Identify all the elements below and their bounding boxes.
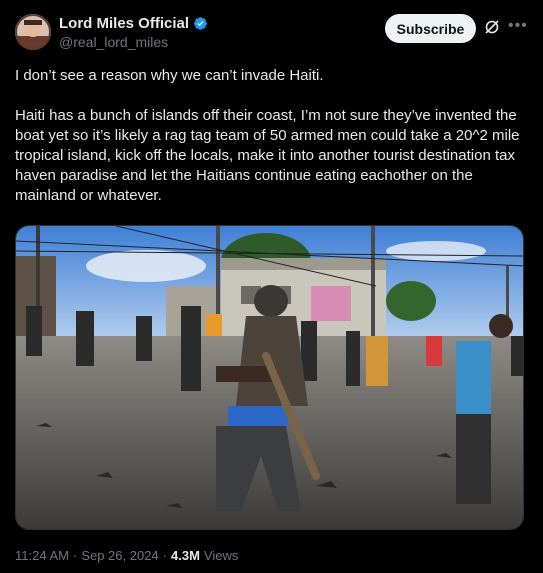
author-handle[interactable]: @real_lord_miles <box>59 34 168 50</box>
grok-icon[interactable] <box>484 19 500 35</box>
avatar[interactable] <box>15 14 51 50</box>
author-name-row: Lord Miles Official <box>59 15 208 32</box>
views-count: 4.3M <box>171 548 200 563</box>
tweet-meta: 11:24 AM · Sep 26, 2024 · 4.3M Views <box>15 548 238 563</box>
street-scene-photo <box>16 226 523 529</box>
verified-badge-icon[interactable] <box>193 16 208 31</box>
subscribe-button[interactable]: Subscribe <box>385 14 476 43</box>
author-display-name[interactable]: Lord Miles Official <box>59 15 189 32</box>
meta-separator: · <box>72 548 78 563</box>
tweet-paragraph-2: Haiti has a bunch of islands off their c… <box>15 107 520 204</box>
views-label: Views <box>203 548 239 563</box>
tweet-photo[interactable] <box>15 225 524 530</box>
tweet-paragraph-1: I don’t see a reason why we can’t invade… <box>15 67 324 84</box>
more-options-icon[interactable]: ••• <box>508 18 527 36</box>
tweet-date[interactable]: Sep 26, 2024 <box>81 548 158 563</box>
meta-separator: · <box>162 548 168 563</box>
tweet-text: I don’t see a reason why we can’t invade… <box>15 66 530 206</box>
tweet-time[interactable]: 11:24 AM <box>15 548 69 563</box>
